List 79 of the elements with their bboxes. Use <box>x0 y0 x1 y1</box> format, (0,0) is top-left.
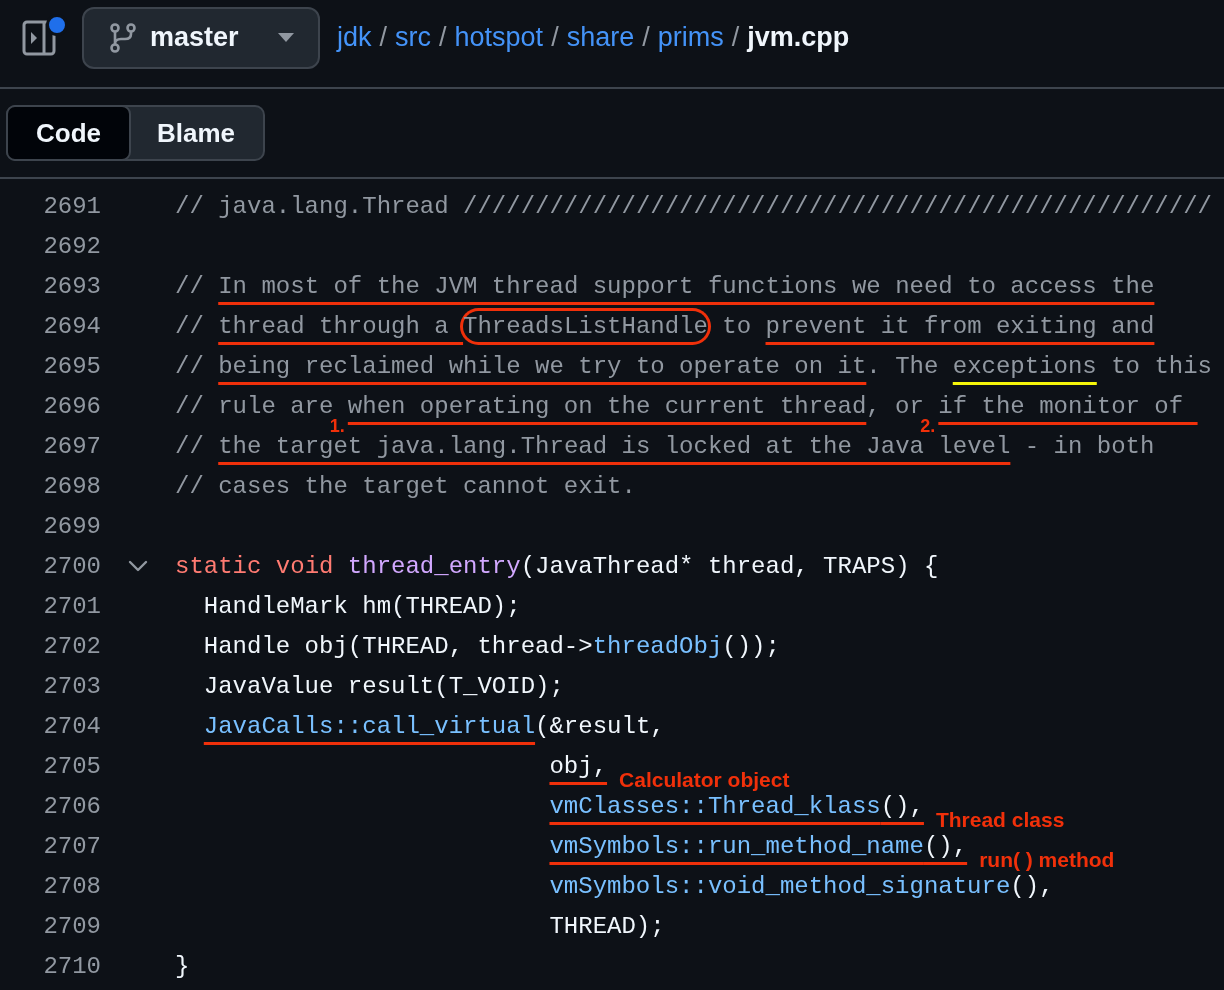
breadcrumb-separator: / <box>642 22 650 53</box>
function-call: vmClasses::Thread_klass <box>549 792 881 820</box>
code-comment: being reclaimed while we try to operate on it <box>218 352 867 380</box>
function-call: vmSymbols::void_method_signature <box>549 872 1011 900</box>
code-comment: if the monitor of <box>938 392 1185 420</box>
breadcrumb-separator: / <box>731 22 740 53</box>
annotation-label: run( ) method <box>979 847 1115 872</box>
function-call: vmSymbols::run_method_name <box>549 832 924 860</box>
line-number: 2697 <box>42 432 101 460</box>
tab[interactable]: Blame <box>129 107 264 159</box>
line-number: 2705 <box>42 752 101 780</box>
line-number: 2704 <box>42 712 101 740</box>
line-number: 2708 <box>42 872 101 900</box>
code-text: (&result, <box>535 712 665 740</box>
code-text: JavaValue result(T_VOID); <box>203 672 564 700</box>
file-name: jvm.cpp <box>747 22 850 53</box>
function-call: threadObj <box>592 632 723 660</box>
code-text: (), <box>1010 872 1054 900</box>
breadcrumb-link[interactable]: share <box>566 22 635 53</box>
annotation-label: Calculator object <box>619 767 790 792</box>
code-comment: In most of the JVM thread support functions we need to access the <box>218 272 1155 300</box>
code-text: obj, <box>549 752 608 780</box>
sidebar-toggle-icon[interactable] <box>22 19 56 56</box>
line-number: 2709 <box>42 912 101 940</box>
code-comment: - in both <box>1023 432 1155 460</box>
code-keyword: static <box>175 552 263 580</box>
chevron-down-icon[interactable] <box>128 560 148 572</box>
code-comment: to this <box>1110 352 1212 380</box>
line-number: 2700 <box>42 552 101 580</box>
branch-button[interactable]: master <box>82 6 320 69</box>
code-comment: // cases the target cannot exit. <box>175 472 636 500</box>
code-text: HandleMark hm(THREAD); <box>203 592 521 620</box>
code-comment: thread through a <box>218 312 450 340</box>
code-comment: prevent it from exiting and <box>765 312 1155 340</box>
code-text: (), <box>923 832 968 860</box>
caret-down-icon <box>278 33 294 42</box>
code-comment: // java.lang.Thread //////////////////////////////////////////////////// <box>175 192 1212 220</box>
code-comment: when operating on the current thread <box>347 392 867 420</box>
breadcrumb-link[interactable]: prims <box>657 22 724 53</box>
breadcrumb-separator: / <box>439 22 447 53</box>
code-text: THREAD); <box>549 912 665 940</box>
line-number: 2693 <box>42 272 101 300</box>
line-number: 2703 <box>42 672 101 700</box>
breadcrumb-link[interactable]: jdk <box>337 22 372 53</box>
code-comment: // <box>175 352 205 380</box>
tab[interactable]: Code <box>6 105 131 161</box>
line-number: 2692 <box>42 232 101 260</box>
code-text: ()); <box>722 632 780 660</box>
breadcrumb-link[interactable]: src <box>395 22 432 53</box>
git-branch-icon <box>110 22 136 53</box>
code-comment: // <box>175 312 205 340</box>
function-name: thread_entry <box>347 552 521 580</box>
line-number: 2710 <box>42 952 101 980</box>
function-call: JavaCalls::call_virtual <box>203 712 536 740</box>
code-text: } <box>175 952 190 980</box>
code-comment: . The <box>866 352 940 380</box>
line-number: 2701 <box>42 592 101 620</box>
line-number: 2699 <box>42 512 101 540</box>
code-comment: exceptions <box>952 352 1097 380</box>
code-text: Handle obj(THREAD, thread-> <box>203 632 593 660</box>
code-text: (JavaThread* thread, TRAPS) { <box>520 552 939 580</box>
line-number: 2698 <box>42 472 101 500</box>
breadcrumb-separator: / <box>379 22 388 53</box>
breadcrumb-link[interactable]: hotspot <box>454 22 544 53</box>
annotation-label: Thread class <box>935 807 1065 832</box>
line-number: 2696 <box>42 392 101 420</box>
line-number: 2691 <box>42 192 101 220</box>
code-comment: // <box>175 432 205 460</box>
line-number: 2694 <box>42 312 101 340</box>
breadcrumb-separator: / <box>551 22 559 53</box>
code-comment: to <box>721 312 753 340</box>
line-number: 2706 <box>42 792 101 820</box>
line-number: 2707 <box>42 832 101 860</box>
line-number: 2702 <box>42 632 101 660</box>
line-number: 2695 <box>42 352 101 380</box>
code-comment: // <box>175 272 205 300</box>
code-text: (), <box>880 792 924 820</box>
code-keyword: void <box>275 552 335 580</box>
circled-code-comment: ThreadsListHandle <box>463 310 708 342</box>
